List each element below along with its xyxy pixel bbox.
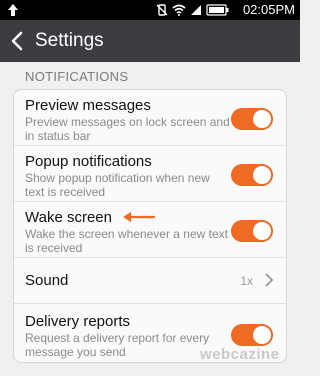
wifi-icon (172, 4, 186, 16)
vibrate-icon (156, 4, 168, 16)
signal-icon (191, 5, 201, 15)
popup-notifications-toggle[interactable] (231, 164, 273, 186)
setting-subtitle: Wake the screen whenever a new text is r… (25, 227, 228, 255)
wake-screen-toggle[interactable] (231, 220, 273, 242)
setting-preview-messages[interactable]: Preview messages Preview messages on loc… (14, 90, 286, 146)
toggle-knob (253, 222, 271, 240)
status-icons (156, 3, 230, 17)
setting-popup-notifications[interactable]: Popup notifications Show popup notificat… (14, 146, 286, 202)
toggle-knob (253, 326, 271, 344)
back-arrow-icon[interactable] (8, 31, 28, 51)
chevron-right-icon (265, 273, 274, 287)
status-bar: 02:05PM (0, 0, 300, 20)
setting-subtitle: Show popup notification when new text is… (25, 171, 210, 199)
toggle-knob (253, 110, 271, 128)
delivery-reports-toggle[interactable] (231, 324, 273, 346)
watermark: webcazine (200, 346, 280, 363)
battery-icon (206, 4, 229, 16)
page-title: Settings (35, 30, 104, 51)
setting-title: Popup notifications (25, 153, 152, 170)
sound-value: 1x (240, 274, 253, 288)
setting-title: Delivery reports (25, 313, 131, 330)
setting-title: Preview messages (25, 97, 151, 114)
toggle-knob (253, 166, 271, 184)
setting-subtitle: Preview messages on lock screen and in s… (25, 115, 230, 143)
section-header: NOTIFICATIONS (25, 69, 129, 84)
clock: 02:05PM (242, 2, 295, 17)
annotation-arrow-icon (123, 212, 155, 222)
setting-title: Sound (25, 272, 69, 289)
setting-title: Wake screen (25, 209, 112, 226)
app-header: Settings (0, 20, 300, 62)
preview-messages-toggle[interactable] (231, 108, 273, 130)
settings-card: Preview messages Preview messages on loc… (13, 89, 287, 363)
setting-sound[interactable]: Sound 1x (14, 258, 286, 304)
upload-icon (8, 4, 18, 16)
